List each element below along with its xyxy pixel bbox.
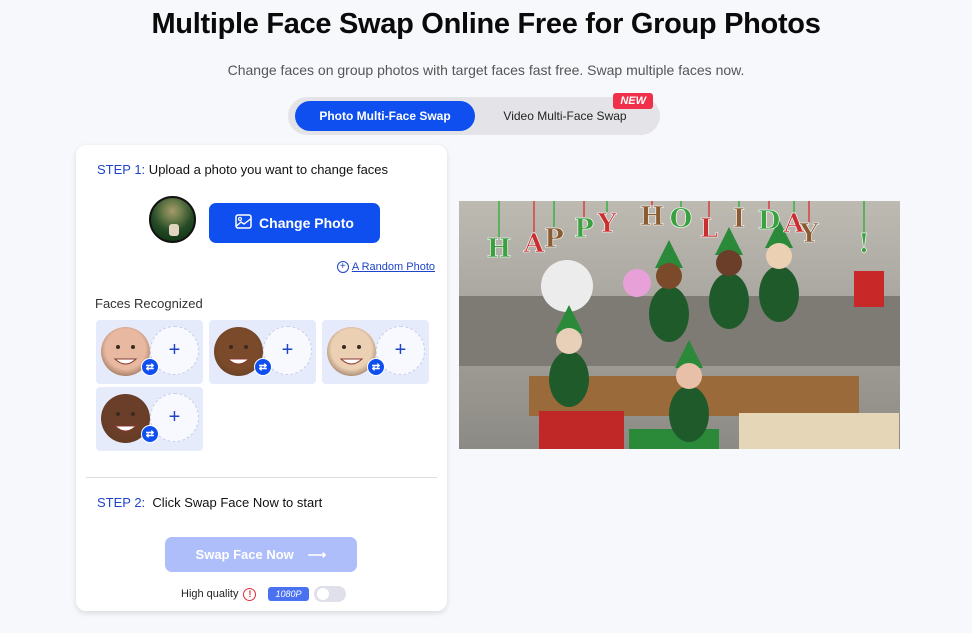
step2-label: STEP 2: <box>97 495 146 510</box>
image-icon <box>235 214 252 232</box>
snowman <box>541 260 593 312</box>
step1-text: Upload a photo you want to change faces <box>145 162 389 177</box>
elf-face <box>556 328 582 354</box>
tab-video-label: Video Multi-Face Swap <box>503 109 627 123</box>
step1-heading: STEP 1: Upload a photo you want to chang… <box>97 162 388 177</box>
elf-body <box>549 351 589 407</box>
change-photo-label: Change Photo <box>259 215 354 231</box>
banner-letter: Y <box>799 219 819 249</box>
swap-icon: ⇄ <box>141 358 159 376</box>
tab-photo-multi-face-swap[interactable]: Photo Multi-Face Swap <box>295 101 475 131</box>
page-title: Multiple Face Swap Online Free for Group… <box>151 8 821 40</box>
info-icon[interactable]: ! <box>243 587 257 601</box>
gift-box-3 <box>739 413 899 449</box>
banner-letter: O <box>670 204 693 234</box>
step2-text: Click Swap Face Now to start <box>145 495 323 510</box>
change-photo-button[interactable]: Change Photo <box>209 203 380 243</box>
banner-letter: H <box>487 234 512 264</box>
elf-face <box>766 243 792 269</box>
random-photo: + A Random Photo <box>336 261 435 273</box>
swap-panel: STEP 1: Upload a photo you want to chang… <box>76 145 447 611</box>
plus-icon: + <box>394 339 407 361</box>
swap-face-now-label: Swap Face Now <box>195 547 294 562</box>
face-card[interactable]: + ⇄ <box>96 387 203 451</box>
arrow-right-icon: ⟶ <box>307 546 327 562</box>
plus-circle-icon: + <box>336 261 349 273</box>
swap-icon: ⇄ <box>254 358 272 376</box>
face-card[interactable]: + ⇄ <box>209 320 316 384</box>
banner-letter: A <box>523 229 545 259</box>
banner-letter: H <box>640 202 665 232</box>
banner-letter: L <box>700 214 718 244</box>
page-subtitle: Change faces on group photos with target… <box>227 62 745 78</box>
banner-letter: Y <box>597 209 617 239</box>
elf-body <box>669 386 709 442</box>
plus-icon: + <box>281 339 294 361</box>
photo-preview: H A P P Y H O L I D A Y! <box>459 201 900 449</box>
resolution-badge: 1080P <box>268 587 309 601</box>
mode-tabs: Photo Multi-Face Swap Video Multi-Face S… <box>288 93 660 135</box>
banner-letter: P <box>544 224 564 254</box>
plus-icon: + <box>168 339 181 361</box>
preview-image: H A P P Y H O L I D AY! <box>459 201 900 449</box>
swap-icon: ⇄ <box>367 358 385 376</box>
step1-label: STEP 1: <box>97 162 146 177</box>
elf-face <box>656 263 682 289</box>
elf-face <box>676 363 702 389</box>
elf-body <box>709 273 749 329</box>
banner-letter: I <box>733 204 745 234</box>
uploaded-photo-thumbnail <box>149 196 196 243</box>
swap-icon: ⇄ <box>141 425 159 443</box>
high-quality-row: High quality ! 1080P <box>181 586 346 602</box>
lollipop <box>623 269 651 297</box>
elf-face <box>716 250 742 276</box>
divider <box>86 477 437 478</box>
elf-body <box>759 266 799 322</box>
swap-face-now-button[interactable]: Swap Face Now ⟶ <box>165 537 357 572</box>
red-poster <box>854 271 884 307</box>
face-card[interactable]: + ⇄ <box>322 320 429 384</box>
banner-letter: P <box>574 214 594 244</box>
step2-heading: STEP 2: Click Swap Face Now to start <box>97 495 322 510</box>
random-photo-link[interactable]: A Random Photo <box>352 261 435 273</box>
banner-letter: D <box>758 206 781 236</box>
new-badge: NEW <box>613 93 653 109</box>
banner-letter: ! <box>858 229 869 259</box>
high-quality-toggle[interactable] <box>313 586 346 602</box>
elf-body <box>649 286 689 342</box>
face-card[interactable]: + ⇄ <box>96 320 203 384</box>
plus-icon: + <box>168 406 181 428</box>
gift-box-1 <box>539 411 624 449</box>
faces-recognized-label: Faces Recognized <box>95 296 203 311</box>
high-quality-label: High quality <box>181 588 239 600</box>
